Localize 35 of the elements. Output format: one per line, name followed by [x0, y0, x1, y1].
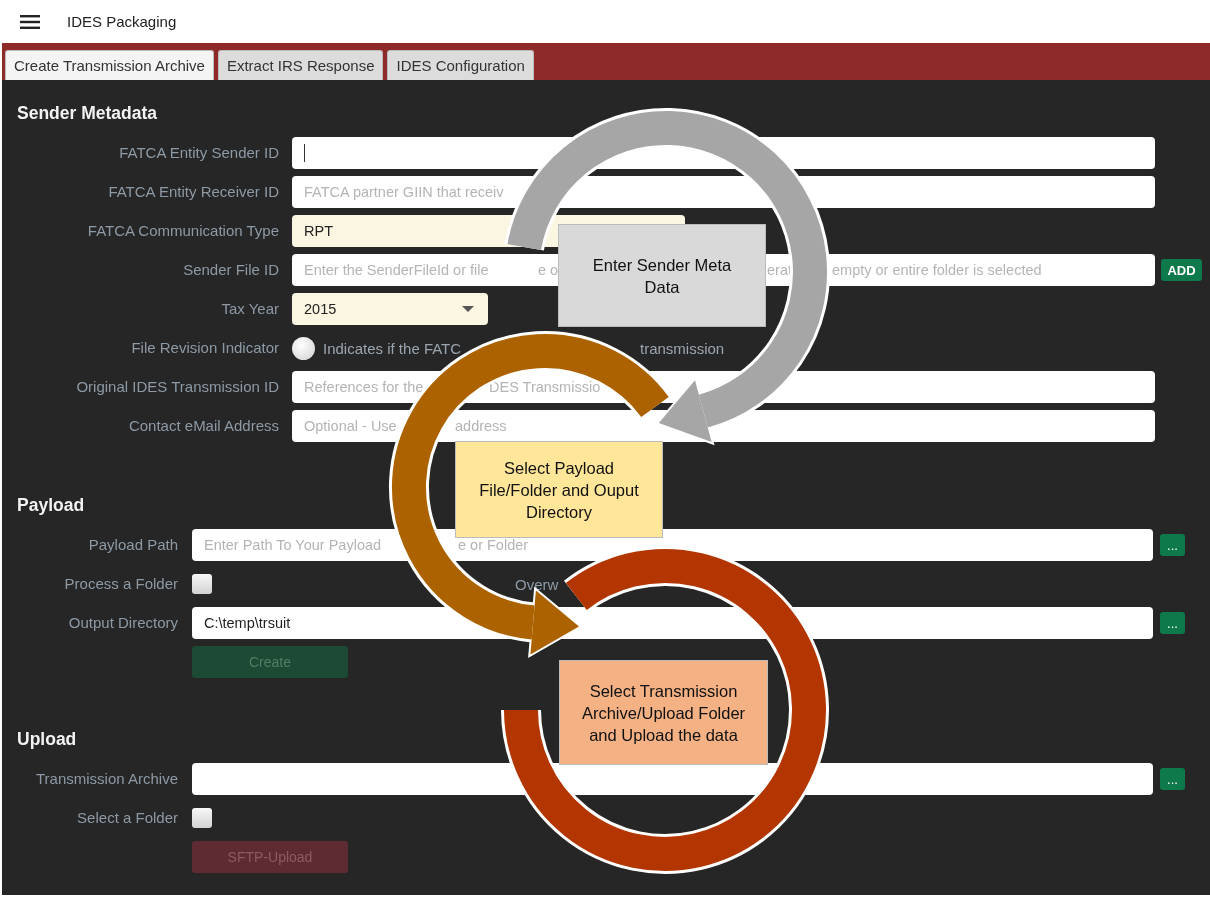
field-label: FATCA Entity Sender ID [118, 143, 280, 163]
radio-button[interactable] [292, 336, 315, 360]
checkbox[interactable] [192, 574, 212, 594]
browse-button[interactable]: ... [1160, 534, 1185, 556]
field-label: Select a Folder [76, 808, 179, 828]
browse-button[interactable]: ... [1160, 768, 1185, 790]
section-heading: Payload [17, 495, 85, 515]
tab[interactable]: Extract IRS Response [217, 50, 384, 80]
section-heading: Upload [17, 729, 77, 749]
callout-tooltip: Select Transmission Archive/Upload Folder and Upload the data [559, 660, 768, 765]
field-label: Output Directory [67, 613, 179, 633]
field-label: Process a Folder [63, 574, 179, 594]
field-label: FATCA Communication Type [86, 221, 280, 241]
section-heading: Sender Metadata [17, 103, 158, 123]
tab[interactable]: IDES Configuration [387, 50, 534, 80]
field-label: Tax Year [220, 299, 280, 319]
field-label: FATCA Entity Receiver ID [107, 182, 280, 202]
add-button[interactable]: ADD [1161, 259, 1202, 281]
field-label: File Revision Indicator [130, 338, 280, 358]
callout-tooltip: Select Payload File/Folder and Ouput Directory [455, 441, 663, 538]
checkbox[interactable] [192, 808, 212, 828]
app-title: IDES Packaging [67, 13, 177, 30]
field-label: Transmission Archive [35, 769, 179, 789]
browse-button[interactable]: ... [1160, 612, 1185, 634]
field-label: Original IDES Transmission ID [75, 377, 280, 397]
field-label: Payload Path [87, 535, 179, 555]
field-label: Contact eMail Address [127, 416, 280, 436]
menu-icon[interactable] [20, 14, 40, 29]
callout-tooltip: Enter Sender Meta Data [558, 224, 766, 327]
field-label: Sender File ID [182, 260, 280, 280]
caret-icon [462, 306, 474, 312]
dropdown[interactable]: 2015 [292, 293, 488, 325]
tab[interactable]: Create Transmission Archive [5, 50, 214, 80]
field-label: Overw [515, 575, 559, 593]
radio-description: Indicates if the FATC transmission [322, 339, 725, 357]
